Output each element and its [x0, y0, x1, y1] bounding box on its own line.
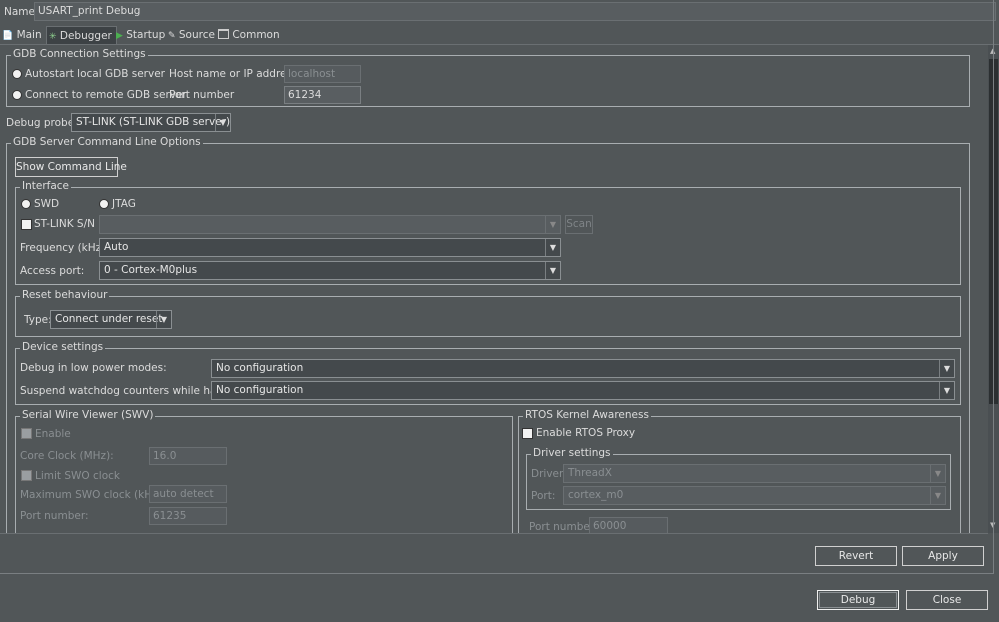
- frequency-label: Frequency (kHz):: [20, 242, 109, 254]
- tab-frame-line: [0, 44, 999, 45]
- tab-main-label: Main: [16, 29, 42, 41]
- limit-swo-label: Limit SWO clock: [35, 470, 120, 482]
- name-field[interactable]: USART_print Debug: [34, 2, 996, 21]
- bug-icon: ✳: [49, 32, 57, 42]
- stlink-sn-select[interactable]: ▼: [99, 215, 561, 234]
- host-field[interactable]: localhost: [284, 65, 361, 83]
- rtos-proxy-label: Enable RTOS Proxy: [536, 427, 636, 439]
- remote-radio[interactable]: [12, 90, 22, 100]
- low-power-value: No configuration: [216, 362, 304, 374]
- watchdog-value: No configuration: [216, 384, 304, 396]
- footer-divider: [0, 573, 994, 574]
- frequency-value: Auto: [104, 241, 129, 253]
- jtag-label: JTAG: [112, 198, 136, 210]
- access-port-value: 0 - Cortex-M0plus: [104, 264, 198, 276]
- gdb-server-options-title: GDB Server Command Line Options: [11, 136, 203, 148]
- access-port-select[interactable]: 0 - Cortex-M0plus ▼: [99, 261, 561, 280]
- swv-port-label: Port number:: [20, 510, 89, 522]
- chevron-down-icon: ▼: [215, 114, 230, 131]
- rtos-port-select[interactable]: cortex_m0 ▼: [563, 486, 946, 505]
- reset-behaviour-title: Reset behaviour: [20, 289, 110, 301]
- low-power-label: Debug in low power modes:: [20, 362, 167, 374]
- swv-enable-label: Enable: [35, 428, 71, 440]
- swd-radio[interactable]: [21, 199, 31, 209]
- chevron-down-icon: ▼: [930, 487, 945, 504]
- limit-swo-checkbox[interactable]: [21, 470, 32, 481]
- driver-settings-title: Driver settings: [531, 447, 613, 459]
- debug-probe-select[interactable]: ST-LINK (ST-LINK GDB server) ▼: [71, 113, 231, 132]
- port-field[interactable]: 61234: [284, 86, 361, 104]
- reset-type-select[interactable]: Connect under reset ▼: [50, 310, 172, 329]
- access-port-label: Access port:: [20, 265, 85, 277]
- apply-button[interactable]: Apply: [902, 546, 984, 566]
- stlink-sn-checkbox[interactable]: [21, 219, 32, 230]
- tab-main[interactable]: 📄 Main: [2, 26, 42, 44]
- tab-debugger[interactable]: ✳ Debugger: [46, 26, 117, 45]
- swv-enable-checkbox[interactable]: [21, 428, 32, 439]
- revert-button[interactable]: Revert: [815, 546, 897, 566]
- rtos-port-value: cortex_m0: [568, 489, 624, 501]
- show-command-line-button[interactable]: Show Command Line: [15, 157, 127, 177]
- swv-title: Serial Wire Viewer (SWV): [20, 409, 156, 421]
- low-power-select[interactable]: No configuration ▼: [211, 359, 955, 378]
- chevron-down-icon: ▼: [939, 360, 954, 377]
- rtos-port-label: Port:: [531, 490, 556, 502]
- stlink-sn-label: ST-LINK S/N: [34, 218, 95, 230]
- swv-port-field[interactable]: 61235: [149, 507, 227, 525]
- core-clock-field[interactable]: 16.0: [149, 447, 227, 465]
- device-settings-title: Device settings: [20, 341, 106, 353]
- source-icon: ✎: [168, 31, 176, 41]
- chevron-down-icon: ▼: [545, 262, 560, 279]
- chevron-down-icon: ▼: [545, 216, 560, 233]
- chevron-down-icon: ▼: [156, 311, 171, 328]
- rtos-proxy-checkbox[interactable]: [522, 428, 533, 439]
- debug-button[interactable]: Debug: [817, 590, 899, 610]
- gdb-connection-title: GDB Connection Settings: [11, 48, 148, 60]
- watchdog-select[interactable]: No configuration ▼: [211, 381, 955, 400]
- tab-common-label: Common: [232, 29, 280, 41]
- jtag-radio[interactable]: [99, 199, 109, 209]
- host-label: Host name or IP address: [169, 68, 298, 80]
- page-icon: 📄: [2, 31, 14, 41]
- reset-type-label: Type:: [24, 314, 52, 326]
- rtos-title: RTOS Kernel Awareness: [523, 409, 651, 421]
- frequency-select[interactable]: Auto ▼: [99, 238, 561, 257]
- debug-probe-label: Debug probe: [6, 117, 75, 129]
- remote-label: Connect to remote GDB server: [25, 89, 187, 101]
- tab-debugger-label: Debugger: [59, 30, 112, 42]
- core-clock-label: Core Clock (MHz):: [20, 450, 114, 462]
- chevron-down-icon: ▼: [930, 465, 945, 482]
- scan-button[interactable]: Scan: [565, 215, 593, 234]
- watchdog-label: Suspend watchdog counters while halted:: [20, 385, 241, 397]
- chevron-down-icon: ▼: [545, 239, 560, 256]
- window-icon: [218, 29, 229, 39]
- debug-probe-value: ST-LINK (ST-LINK GDB server): [76, 116, 231, 128]
- driver-select[interactable]: ThreadX ▼: [563, 464, 946, 483]
- tab-startup[interactable]: ▶ Startup: [116, 26, 165, 44]
- autostart-label: Autostart local GDB server: [25, 68, 165, 80]
- rtos-port-number-field[interactable]: 60000: [589, 517, 668, 534]
- driver-value: ThreadX: [568, 467, 612, 479]
- dialog-right-edge: [993, 0, 994, 574]
- close-button[interactable]: Close: [906, 590, 988, 610]
- max-swo-label: Maximum SWO clock (kHz):: [20, 489, 166, 501]
- driver-label: Driver:: [531, 468, 567, 480]
- tab-startup-label: Startup: [126, 29, 166, 41]
- play-icon: ▶: [116, 31, 123, 41]
- tab-source[interactable]: ✎ Source: [168, 26, 215, 44]
- tab-common[interactable]: Common: [218, 26, 280, 44]
- chevron-down-icon: ▼: [939, 382, 954, 399]
- interface-title: Interface: [20, 180, 72, 192]
- max-swo-field[interactable]: auto detect: [149, 485, 227, 503]
- rtos-port-number-label: Port number:: [529, 521, 598, 533]
- swd-label: SWD: [34, 198, 60, 210]
- port-label: Port number: [169, 89, 235, 101]
- tab-source-label: Source: [178, 29, 215, 41]
- autostart-radio[interactable]: [12, 69, 22, 79]
- reset-type-value: Connect under reset: [55, 313, 163, 325]
